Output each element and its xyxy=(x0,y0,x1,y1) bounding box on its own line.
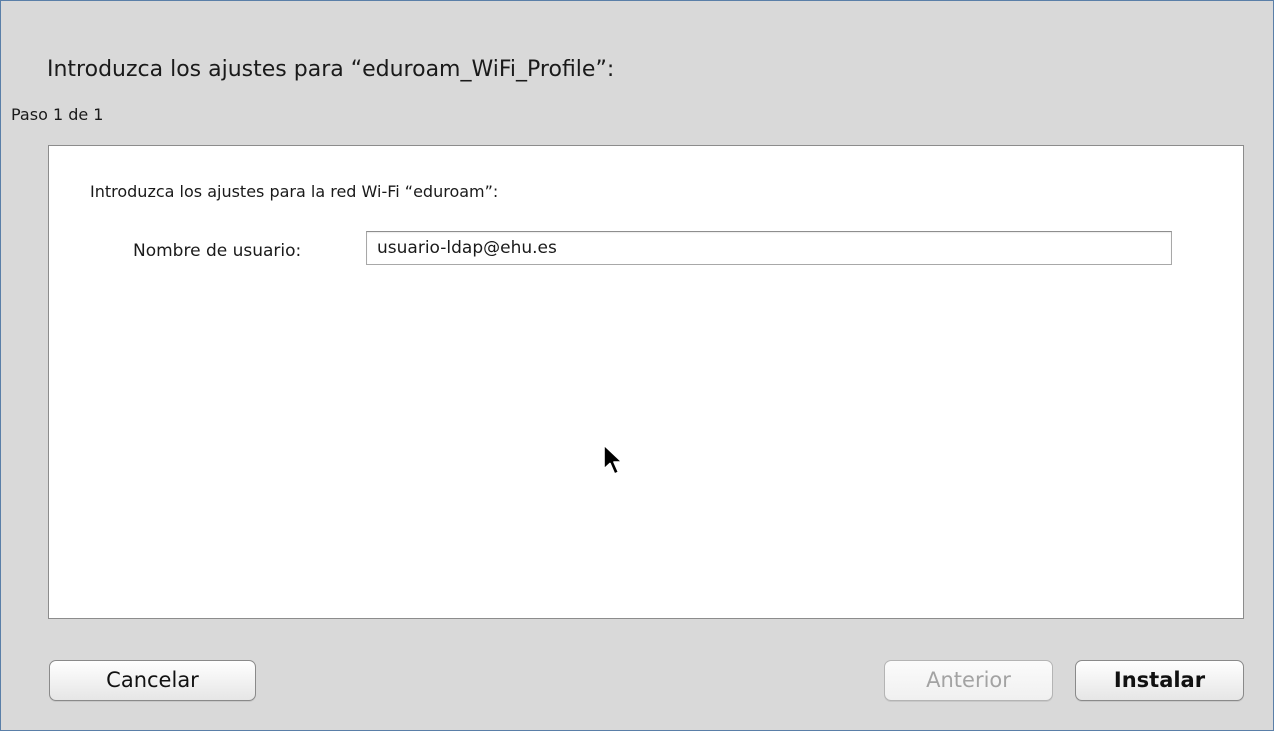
profile-installer-dialog: Introduzca los ajustes para “eduroam_WiF… xyxy=(0,0,1274,731)
step-indicator: Paso 1 de 1 xyxy=(11,105,104,124)
settings-panel: Introduzca los ajustes para la red Wi-Fi… xyxy=(48,145,1244,619)
back-button: Anterior xyxy=(884,660,1053,701)
arrow-cursor-icon xyxy=(603,444,623,475)
dialog-title: Introduzca los ajustes para “eduroam_WiF… xyxy=(47,57,615,82)
install-button[interactable]: Instalar xyxy=(1075,660,1244,701)
cancel-button[interactable]: Cancelar xyxy=(49,660,256,701)
username-label: Nombre de usuario: xyxy=(133,241,302,261)
username-input[interactable] xyxy=(366,231,1172,265)
panel-heading: Introduzca los ajustes para la red Wi-Fi… xyxy=(90,182,499,201)
